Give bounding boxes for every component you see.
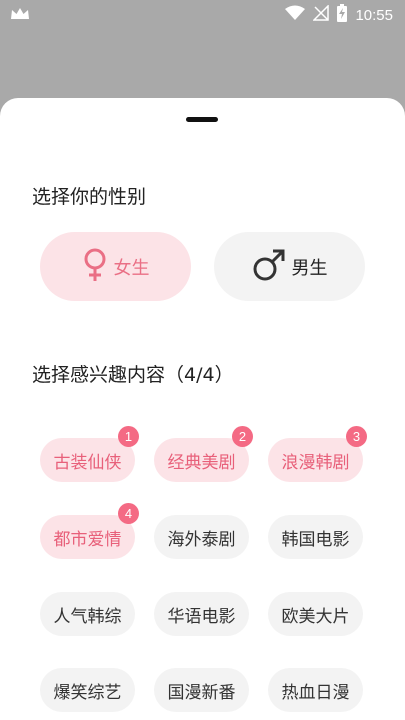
interest-chip[interactable]: 经典美剧 2 <box>154 426 253 482</box>
interest-chip-label: 欧美大片 <box>281 606 350 627</box>
interest-chip-label: 经典美剧 <box>167 452 236 473</box>
selection-order-badge: 2 <box>232 426 253 447</box>
selection-order-badge: 4 <box>118 503 139 524</box>
interest-chip[interactable]: 国漫新番 <box>154 668 249 712</box>
interest-chip-label: 人气韩综 <box>53 606 122 627</box>
battery-charging-icon <box>337 4 348 26</box>
gender-section-title: 选择你的性别 <box>32 186 147 208</box>
selection-order-badge: 3 <box>346 426 367 447</box>
status-time: 10:55 <box>355 6 393 24</box>
gender-option-male[interactable]: 男生 <box>214 232 365 301</box>
interest-chip-label: 华语电影 <box>167 606 236 627</box>
selection-order-badge: 1 <box>118 426 139 447</box>
gender-option-female[interactable]: 女生 <box>40 232 191 301</box>
interest-chip-label: 浪漫韩剧 <box>281 452 350 473</box>
no-signal-icon <box>312 4 330 25</box>
interest-section-title: 选择感兴趣内容（4/4） <box>32 364 234 386</box>
female-symbol-icon <box>82 247 108 287</box>
interest-chip[interactable]: 海外泰剧 <box>154 515 249 559</box>
male-symbol-icon <box>252 248 286 286</box>
wifi-icon <box>285 5 306 25</box>
interest-chip[interactable]: 欧美大片 <box>268 592 363 636</box>
interest-chip-label: 韩国电影 <box>281 529 350 550</box>
interest-chip-label: 古装仙侠 <box>53 452 122 473</box>
interest-chip-label: 爆笑综艺 <box>53 682 122 703</box>
interest-chip-label: 国漫新番 <box>167 682 236 703</box>
interest-chip[interactable]: 华语电影 <box>154 592 249 636</box>
drag-handle[interactable] <box>186 117 218 122</box>
interest-chip[interactable]: 浪漫韩剧 3 <box>268 426 367 482</box>
gender-label-female: 女生 <box>113 257 150 279</box>
interest-chip-label: 海外泰剧 <box>167 529 236 550</box>
crown-icon <box>10 6 30 26</box>
status-bar: 10:55 <box>0 0 405 28</box>
interest-chip[interactable]: 都市爱情 4 <box>40 503 139 559</box>
gender-label-male: 男生 <box>291 257 328 279</box>
interest-selection-sheet: 选择你的性别 女生 男生 选择感兴趣内容（4/4） 古装仙侠 1 经典美剧 2 浪漫韩剧… <box>0 98 405 720</box>
interest-chip[interactable]: 韩国电影 <box>268 515 363 559</box>
interest-chip-label: 都市爱情 <box>53 529 122 550</box>
interest-chip-label: 热血日漫 <box>281 682 350 703</box>
interest-chip[interactable]: 人气韩综 <box>40 592 135 636</box>
interest-chip[interactable]: 爆笑综艺 <box>40 668 135 712</box>
interest-chip[interactable]: 热血日漫 <box>268 668 363 712</box>
interest-chip[interactable]: 古装仙侠 1 <box>40 426 139 482</box>
